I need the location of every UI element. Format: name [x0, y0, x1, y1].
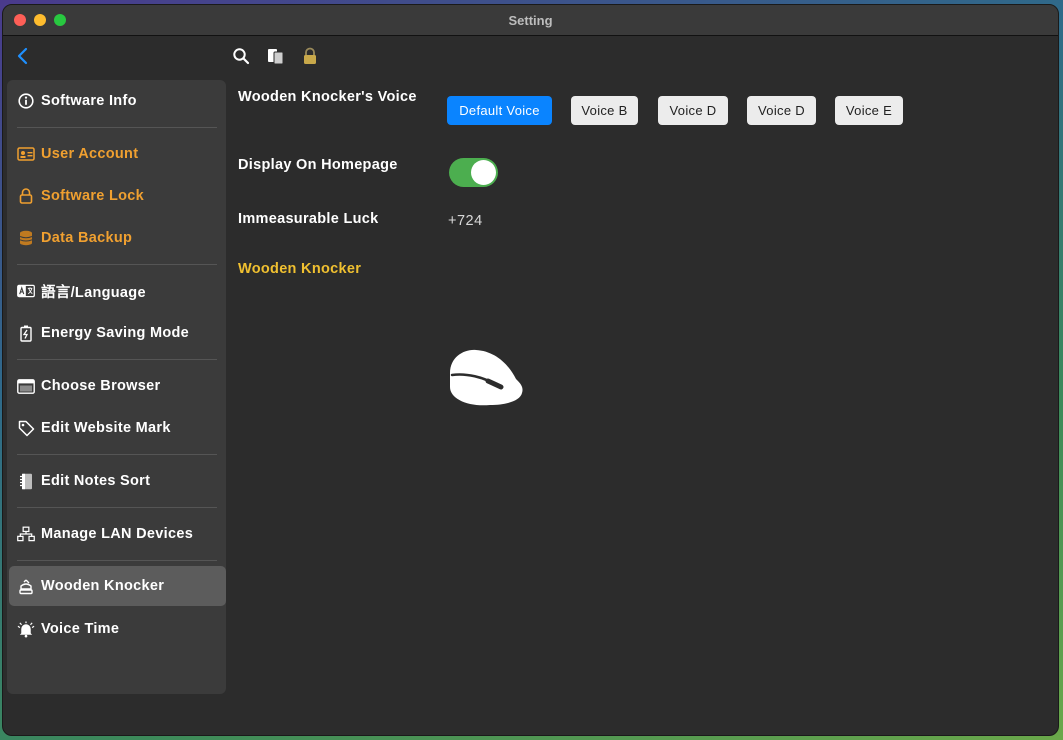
notebook-icon: [17, 472, 35, 490]
wooden-fish-icon: [17, 577, 35, 595]
settings-window: Setting Software Info User Account Softw…: [2, 4, 1059, 736]
window-title: Setting: [508, 13, 553, 28]
tag-icon: [17, 419, 35, 437]
battery-icon: [17, 324, 35, 342]
sidebar-item-label: User Account: [41, 146, 139, 162]
id-card-icon: [17, 145, 35, 163]
back-chevron-icon[interactable]: [15, 46, 31, 66]
wooden-fish-knocker-icon[interactable]: [446, 347, 526, 409]
divider: [17, 127, 217, 128]
sidebar-item-label: 語言/Language: [41, 284, 146, 301]
divider: [17, 454, 217, 455]
sidebar-item-label: Manage LAN Devices: [41, 526, 194, 542]
voice-button-d[interactable]: Voice D: [658, 96, 728, 125]
copy-icon[interactable]: [267, 47, 285, 65]
luck-value: +724: [448, 213, 483, 229]
divider: [17, 359, 217, 360]
sidebar-item-label: Edit Notes Sort: [41, 473, 151, 489]
bell-icon: [17, 620, 35, 638]
sidebar-item-software-lock[interactable]: Software Lock: [7, 176, 226, 216]
sidebar-item-label: Edit Website Mark: [41, 420, 171, 436]
voice-button-e[interactable]: Voice E: [835, 96, 903, 125]
sidebar-item-edit-notes-sort[interactable]: Edit Notes Sort: [7, 461, 226, 501]
sidebar-item-edit-website-mark[interactable]: Edit Website Mark: [7, 408, 226, 448]
voice-label: Wooden Knocker's Voice: [238, 89, 417, 105]
wooden-knocker-heading: Wooden Knocker: [238, 261, 362, 277]
voice-button-d-2[interactable]: Voice D: [747, 96, 816, 125]
title-bar: Setting: [3, 5, 1058, 36]
browser-icon: [17, 377, 35, 395]
display-on-homepage-label: Display On Homepage: [238, 157, 398, 173]
search-icon[interactable]: [232, 47, 250, 65]
sidebar-item-label: Choose Browser: [41, 378, 161, 394]
sidebar-item-label: Software Lock: [41, 188, 145, 204]
sidebar-item-energy-saving-mode[interactable]: Energy Saving Mode: [7, 313, 226, 353]
sidebar-item-label: Energy Saving Mode: [41, 325, 190, 341]
divider: [17, 264, 217, 265]
sidebar-item-manage-lan-devices[interactable]: Manage LAN Devices: [7, 514, 226, 554]
sidebar-item-user-account[interactable]: User Account: [7, 134, 226, 174]
display-on-homepage-toggle[interactable]: [449, 158, 498, 187]
sidebar-item-label: Software Info: [41, 93, 137, 109]
divider: [17, 560, 217, 561]
toggle-knob: [471, 160, 496, 185]
voice-button-b[interactable]: Voice B: [571, 96, 638, 125]
sidebar-item-label: Data Backup: [41, 230, 133, 246]
sidebar-item-choose-browser[interactable]: Choose Browser: [7, 366, 226, 406]
voice-button-default[interactable]: Default Voice: [447, 96, 552, 125]
sidebar-item-language[interactable]: 語言/Language: [7, 271, 226, 311]
sidebar: Software Info User Account Software Lock…: [7, 80, 226, 694]
immeasurable-luck-label: Immeasurable Luck: [238, 211, 379, 227]
sidebar-item-label: Wooden Knocker: [41, 578, 165, 594]
language-icon: [17, 282, 35, 300]
network-icon: [17, 525, 35, 543]
sidebar-item-voice-time[interactable]: Voice Time: [7, 609, 226, 649]
lock-toolbar-icon[interactable]: [301, 47, 319, 65]
divider: [17, 507, 217, 508]
sidebar-item-software-info[interactable]: Software Info: [7, 81, 226, 121]
sidebar-item-label: Voice Time: [41, 621, 120, 637]
sidebar-item-data-backup[interactable]: Data Backup: [7, 218, 226, 258]
sidebar-item-wooden-knocker[interactable]: Wooden Knocker: [9, 566, 226, 606]
lock-icon: [17, 187, 35, 205]
database-icon: [17, 229, 35, 247]
info-icon: [17, 92, 35, 110]
